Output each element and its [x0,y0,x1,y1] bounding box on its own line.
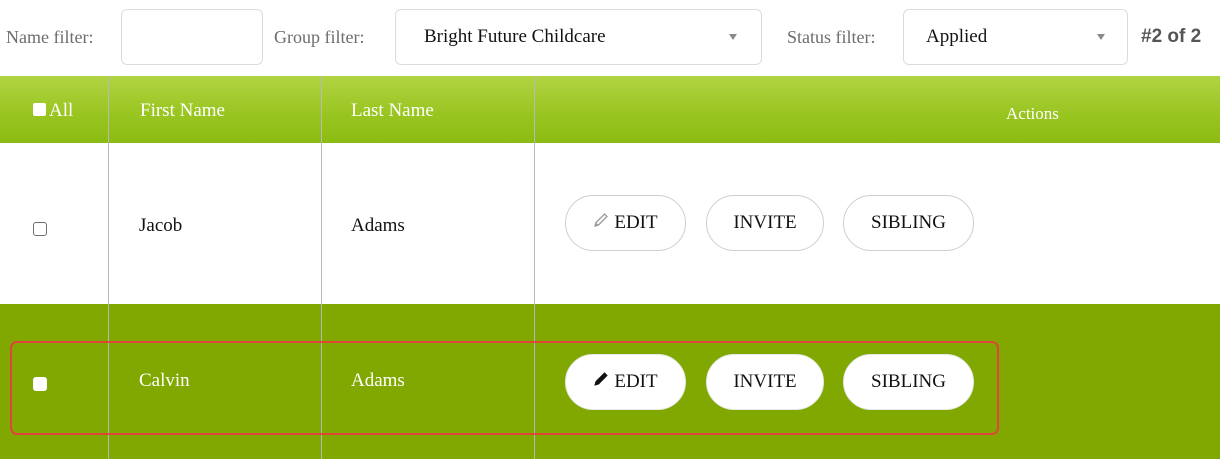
cell-last-name: Adams [351,215,405,236]
name-filter-input[interactable] [121,9,263,65]
table-header: All First Name Last Name Actions [0,76,1220,143]
sibling-button-label: SIBLING [871,212,946,233]
column-divider [108,76,109,459]
invite-button-label: INVITE [733,371,797,392]
header-all: All [49,100,74,121]
status-filter-label: Status filter: [787,27,876,47]
invite-button-label: INVITE [733,212,797,233]
sibling-button[interactable]: SIBLING [843,354,974,410]
invite-button[interactable]: INVITE [706,195,824,251]
edit-button-label: EDIT [614,371,658,392]
group-filter-select[interactable]: Bright Future Childcare [395,9,762,65]
pager-indicator: #2 of 2 [1141,26,1202,47]
filter-bar: Name filter: Group filter: Bright Future… [0,0,1220,76]
column-divider [321,76,322,459]
cell-first-name: Jacob [139,215,183,236]
header-last-name[interactable]: Last Name [351,100,434,122]
pencil-icon [593,212,609,234]
group-filter-value: Bright Future Childcare [424,26,606,47]
pencil-icon [593,371,609,393]
name-filter-label: Name filter: [6,27,94,47]
select-all-checkbox[interactable] [33,103,46,116]
chevron-down-icon [729,34,737,40]
edit-button[interactable]: EDIT [565,354,686,410]
group-filter-label: Group filter: [274,27,365,47]
sibling-button-label: SIBLING [871,371,946,392]
status-filter-value: Applied [926,26,988,47]
header-first-name[interactable]: First Name [140,100,225,122]
table-row: Jacob Adams EDIT INVITE SIBLING [0,143,1220,304]
cell-first-name: Calvin [139,370,190,391]
cell-last-name: Adams [351,370,405,391]
row-checkbox[interactable] [33,377,47,391]
column-divider [534,76,535,459]
invite-button[interactable]: INVITE [706,354,824,410]
chevron-down-icon [1097,34,1105,40]
header-actions: Actions [1006,104,1059,123]
sibling-button[interactable]: SIBLING [843,195,974,251]
row-checkbox[interactable] [33,222,47,236]
table-row: Calvin Adams EDIT INVITE SIBLING [0,304,1220,459]
status-filter-select[interactable]: Applied [903,9,1128,65]
edit-button-label: EDIT [614,212,658,233]
edit-button[interactable]: EDIT [565,195,686,251]
